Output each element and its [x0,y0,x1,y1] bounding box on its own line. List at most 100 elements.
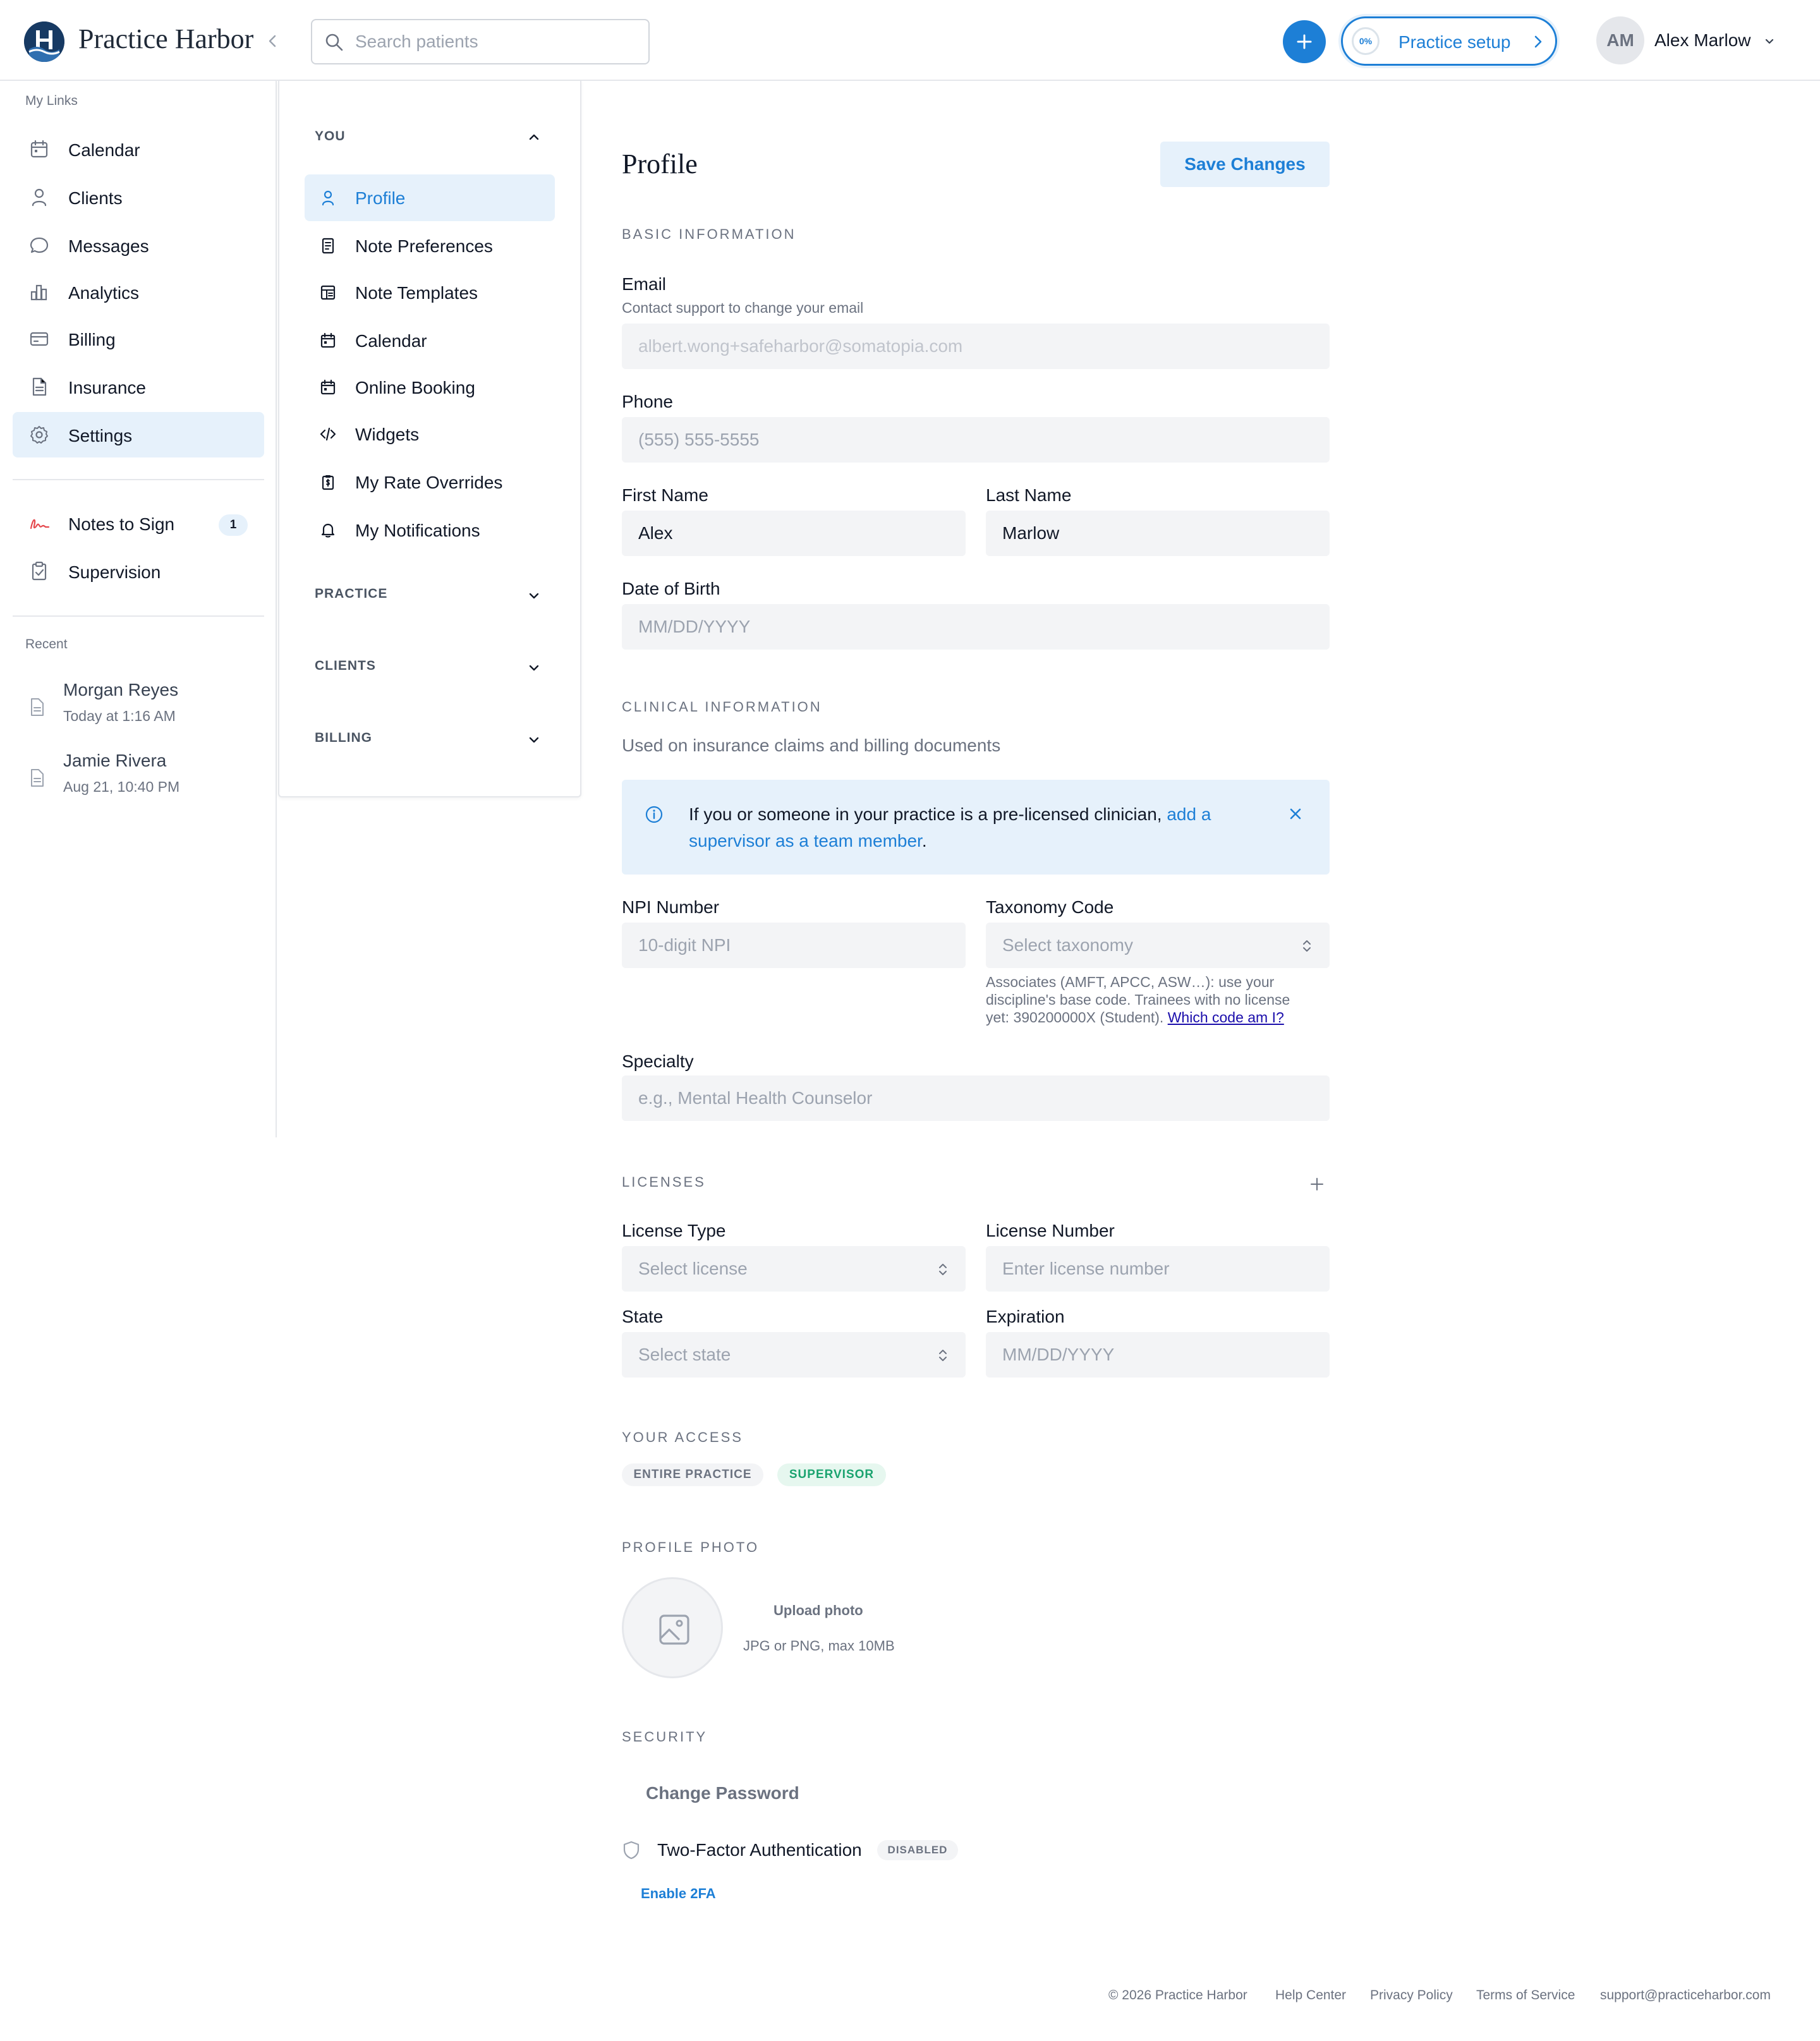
settings-item-label: My Rate Overrides [355,473,503,492]
chevron-up-icon[interactable] [526,129,542,145]
footer-support-link[interactable]: support@practiceharbor.com [1600,1988,1771,2003]
sidebar-divider [13,615,264,617]
change-password-button[interactable]: Change Password [646,1783,799,1803]
sidebar-item-label: Billing [68,330,116,349]
access-chip-entire-practice: ENTIRE PRACTICE [622,1463,763,1486]
settings-group-you[interactable]: YOU [315,129,346,144]
sidebar-item-messages[interactable]: Messages [13,222,264,268]
settings-item-note-preferences[interactable]: Note Preferences [305,222,555,269]
settings-item-online-booking[interactable]: Online Booking [305,364,555,411]
last-name-field[interactable] [986,511,1330,556]
chevron-down-icon[interactable] [526,732,542,748]
first-name-field[interactable] [622,511,966,556]
first-name-input[interactable] [638,522,948,545]
chevron-down-icon[interactable] [526,660,542,676]
brand-logo[interactable] [24,21,64,62]
chevron-right-icon [1529,33,1546,51]
sidebar-item-analytics[interactable]: Analytics [13,269,264,315]
specialty-field[interactable] [622,1075,1330,1121]
settings-item-rate-overrides[interactable]: My Rate Overrides [305,459,555,506]
specialty-label: Specialty [622,1051,694,1071]
taxonomy-select[interactable]: Select taxonomy [986,923,1330,968]
settings-item-widgets[interactable]: Widgets [305,411,555,457]
two-factor-label: Two-Factor Authentication [657,1840,862,1860]
user-name[interactable]: Alex Marlow [1654,30,1750,51]
license-type-select[interactable]: Select license [622,1246,966,1292]
sidebar-item-supervision[interactable]: Supervision [13,548,264,594]
search-box[interactable] [311,19,650,64]
license-number-input[interactable] [1002,1257,1312,1280]
settings-nav: YOU Profile Note Preferences Note Templa… [278,81,581,797]
gear-icon [29,425,49,445]
footer-help-link[interactable]: Help Center [1275,1988,1346,2003]
chat-bubble-icon [29,235,49,255]
license-number-field[interactable] [986,1246,1330,1292]
search-icon [324,32,345,53]
footer-terms-link[interactable]: Terms of Service [1476,1988,1575,2003]
section-clinical-information: CLINICAL INFORMATION [622,699,822,715]
section-basic-information: BASIC INFORMATION [622,226,796,242]
recent-item[interactable]: Morgan Reyes Today at 1:16 AM [13,676,264,739]
save-changes-button[interactable]: Save Changes [1160,142,1330,187]
shield-icon [622,1840,641,1860]
which-code-link[interactable]: Which code am I? [1168,1009,1284,1026]
user-icon [320,190,336,206]
recent-item-name: Morgan Reyes [63,680,179,700]
settings-item-notifications[interactable]: My Notifications [305,507,555,554]
user-icon [29,187,49,207]
email-input[interactable] [638,335,1308,358]
sidebar-item-insurance[interactable]: Insurance [13,364,264,409]
settings-group-billing[interactable]: BILLING [315,730,372,746]
credit-card-icon [29,329,49,349]
search-input[interactable] [355,29,633,54]
settings-group-practice[interactable]: PRACTICE [315,586,387,602]
calendar-icon [29,139,49,159]
npi-input[interactable] [638,934,948,957]
select-arrows-icon [937,1347,949,1364]
settings-item-calendar[interactable]: Calendar [305,317,555,364]
chevron-down-icon[interactable] [526,588,542,604]
chevron-down-icon[interactable] [1763,35,1776,48]
state-placeholder: Select state [638,1345,731,1364]
dob-field[interactable] [622,604,1330,650]
settings-item-profile[interactable]: Profile [305,174,555,221]
practice-setup-button[interactable]: 0% Practice setup [1341,16,1557,66]
taxonomy-hint: Associates (AMFT, APCC, ASW…): use your … [986,974,1290,1026]
sidebar-item-label: Clients [68,188,123,208]
upload-hint: JPG or PNG, max 10MB [743,1638,895,1654]
npi-field[interactable] [622,923,966,968]
sidebar-item-notes-to-sign[interactable]: Notes to Sign 1 [13,500,264,546]
settings-item-note-templates[interactable]: Note Templates [305,269,555,316]
phone-field[interactable] [622,417,1330,463]
recent-label: Recent [25,637,68,651]
recent-item[interactable]: Jamie Rivera Aug 21, 10:40 PM [13,747,264,810]
code-icon [320,426,336,442]
dollar-clipboard-icon [320,474,336,490]
section-security: SECURITY [622,1729,708,1745]
settings-group-clients[interactable]: CLIENTS [315,658,376,674]
user-avatar[interactable]: AM [1596,16,1644,64]
last-name-input[interactable] [1002,522,1312,545]
close-icon[interactable] [1287,805,1304,823]
collapse-sidebar-icon[interactable] [263,32,282,51]
specialty-input[interactable] [638,1087,1308,1110]
profile-photo-placeholder[interactable] [622,1577,723,1678]
sidebar-item-clients[interactable]: Clients [13,174,264,220]
sidebar-item-settings[interactable]: Settings [13,412,264,457]
expiration-field[interactable] [986,1332,1330,1378]
bar-chart-icon [29,282,49,302]
add-license-icon[interactable] [1308,1175,1326,1193]
dob-input[interactable] [638,615,1308,638]
sidebar-item-billing[interactable]: Billing [13,316,264,361]
upload-photo-button[interactable]: Upload photo [774,1602,863,1619]
expiration-input[interactable] [1002,1343,1312,1366]
sidebar-item-calendar[interactable]: Calendar [13,126,264,172]
enable-2fa-button[interactable]: Enable 2FA [641,1886,716,1902]
sidebar-item-label: Analytics [68,283,140,303]
calendar-icon [320,379,336,396]
email-field[interactable] [622,324,1330,369]
phone-input[interactable] [638,428,1308,451]
state-select[interactable]: Select state [622,1332,966,1378]
footer-privacy-link[interactable]: Privacy Policy [1370,1988,1453,2003]
sidebar: My Links Calendar Clients Messages Analy… [0,81,277,1137]
